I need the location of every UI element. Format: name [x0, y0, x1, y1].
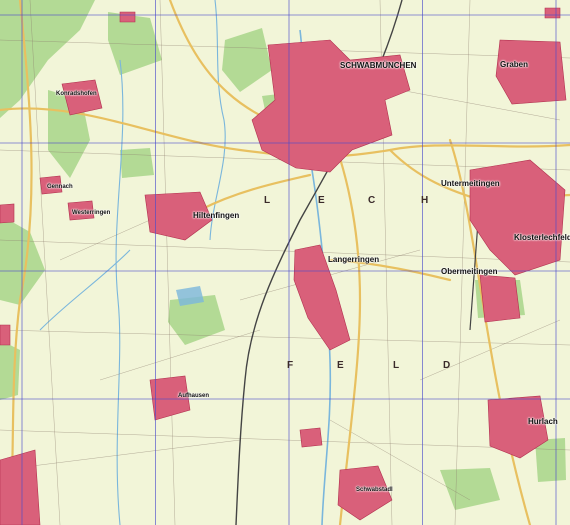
- place-label-schwabstadl: Schwabstadl: [356, 487, 393, 493]
- landscape-letter-lech-c: C: [368, 195, 376, 206]
- landscape-letter-feld-l: L: [393, 360, 400, 371]
- field-path: [59, 219, 151, 261]
- settlement-area: [544, 7, 561, 19]
- settlement-area: [469, 159, 566, 276]
- landscape-letter-feld-d: D: [443, 360, 451, 371]
- place-label-westerringen: Westerringen: [72, 210, 111, 216]
- place-label-aufhausen: Aufhausen: [178, 393, 210, 399]
- place-label-graben: Graben: [500, 60, 529, 69]
- forest-area: [120, 148, 154, 178]
- landscape-letter-lech-e: E: [318, 195, 325, 206]
- forest-area: [440, 468, 500, 510]
- settlement-area: [479, 274, 521, 323]
- main-road: [198, 173, 312, 212]
- settlement-area: [337, 465, 393, 521]
- settlement-area: [495, 39, 567, 105]
- field-path: [0, 429, 570, 451]
- field-path: [0, 329, 570, 346]
- place-label-untermeitingen: Untermeitingen: [441, 179, 500, 188]
- field-path: [159, 0, 176, 525]
- forest-area: [222, 28, 272, 92]
- settlement-area: [119, 11, 136, 23]
- settlement-area: [0, 203, 15, 224]
- place-label-gennach: Gennach: [47, 184, 73, 190]
- landscape-letter-feld-e: E: [337, 360, 344, 371]
- forest-area: [0, 340, 20, 400]
- place-label-obermeitingen: Obermeitingen: [441, 267, 498, 276]
- settlement-area: [0, 449, 41, 525]
- landscape-letter-lech-l: L: [264, 195, 271, 206]
- place-label-klosterlechfeld: Klosterlechfeld: [514, 233, 570, 242]
- place-label-hurlach: Hurlach: [528, 417, 558, 426]
- place-label-hiltenfingen: Hiltenfingen: [193, 211, 240, 220]
- place-label-konradshofen: Konradshofen: [56, 91, 97, 97]
- landscape-letter-feld-f: F: [287, 360, 294, 371]
- settlement-area: [251, 39, 411, 173]
- settlement-area: [299, 427, 323, 448]
- landscape-letter-lech-h: H: [421, 195, 429, 206]
- main-road: [388, 148, 482, 202]
- map-canvas: [0, 0, 570, 525]
- topographic-map[interactable]: SCHWABMÜNCHEN Graben Untermeitingen Klos…: [0, 0, 570, 525]
- settlement-area: [0, 324, 11, 346]
- place-label-langerringen: Langerringen: [328, 255, 380, 264]
- place-label-schwabmuenchen: SCHWABMÜNCHEN: [340, 61, 417, 70]
